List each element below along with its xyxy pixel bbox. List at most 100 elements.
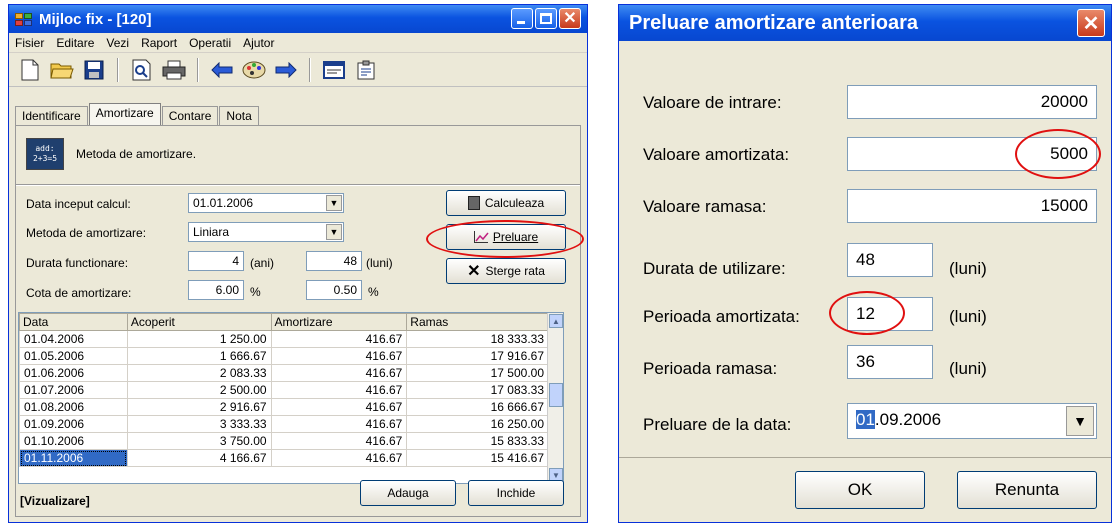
cell-ramas: 16 666.67 [406,398,549,416]
data-inceput-combo[interactable]: 01.01.2006 ▼ [188,193,344,213]
menu-editare[interactable]: Editare [56,36,94,50]
new-document-icon[interactable] [17,57,43,83]
cell-data: 01.08.2006 [19,398,128,416]
print-icon[interactable] [161,57,187,83]
open-folder-icon[interactable] [49,57,75,83]
dialog-titlebar[interactable]: Preluare amortizare anterioara ✕ [619,5,1111,41]
renunta-label: Renunta [994,480,1060,499]
cell-ramas: 17 083.33 [406,381,549,399]
table-scrollbar[interactable]: ▲ ▼ [547,313,563,483]
cell-ramas: 18 333.33 [406,330,549,348]
cell-amortizare: 416.67 [270,398,408,416]
renunta-button[interactable]: Renunta [957,471,1097,509]
valoare-amortizata-input[interactable]: 5000 [847,137,1097,171]
valoare-intrare-input[interactable]: 20000 [847,85,1097,119]
table-row[interactable]: 01.08.2006 2 916.67 416.67 16 666.67 [19,398,549,416]
durata-luni-input[interactable]: 48 [306,251,362,271]
menu-ajutor[interactable]: Ajutor [243,36,274,50]
tab-amortizare[interactable]: Amortizare [88,103,161,125]
cell-data: 01.10.2006 [19,432,128,450]
column-header-ramas[interactable]: Ramas [406,313,549,331]
window-icon[interactable] [321,57,347,83]
cota-luna-input[interactable]: 0.50 [306,280,362,300]
preluare-data-picker[interactable]: 01.09.2006 ▼ [847,403,1097,439]
column-header-amortizare[interactable]: Amortizare [270,313,408,331]
cell-acoperit: 2 916.67 [126,398,272,416]
cota-label: Cota de amortizare: [26,286,132,300]
cell-acoperit: 1 666.67 [126,347,272,365]
close-button[interactable]: ✕ [1077,9,1105,37]
durata-ani-input[interactable]: 4 [188,251,244,271]
scroll-up-icon[interactable]: ▲ [549,314,563,328]
table-row[interactable]: 01.04.2006 1 250.00 416.67 18 333.33 [19,330,549,348]
delete-x-icon: ✕ [467,263,481,280]
palette-icon[interactable] [241,57,267,83]
perioada-amortizata-input[interactable]: 12 [847,297,933,331]
properties-icon[interactable] [353,57,379,83]
preluare-dialog: Preluare amortizare anterioara ✕ Valoare… [618,4,1112,523]
cell-amortizare: 416.67 [270,415,408,433]
ok-label: OK [847,480,873,499]
chevron-down-icon[interactable]: ▼ [326,195,342,211]
maximize-icon [540,13,552,24]
scrollbar-thumb[interactable] [549,383,563,407]
menu-vezi[interactable]: Vezi [106,36,129,50]
table-row[interactable]: 01.06.2006 2 083.33 416.67 17 500.00 [19,364,549,382]
status-text: [Vizualizare] [20,494,90,508]
chart-icon [473,231,489,243]
calculeaza-button[interactable]: Calculeaza [446,190,566,216]
perioada-amortizata-unit: (luni) [949,307,987,326]
cota-an-percent: % [250,285,261,299]
valoare-ramasa-label: Valoare ramasa: [643,197,767,216]
header-divider [16,184,580,186]
tab-nota[interactable]: Nota [219,106,259,125]
back-arrow-icon[interactable] [209,57,235,83]
durata-luni-unit: (luni) [366,256,393,270]
forward-arrow-icon[interactable] [273,57,299,83]
valoare-amortizata-label: Valoare amortizata: [643,145,790,164]
chevron-down-icon[interactable]: ▼ [326,224,342,240]
cell-acoperit: 3 333.33 [126,415,272,433]
toolbar-separator [117,57,119,82]
metoda-value: Liniara [193,225,230,239]
save-disk-icon[interactable] [81,57,107,83]
table-row[interactable]: 01.05.2006 1 666.67 416.67 17 916.67 [19,347,549,365]
durata-utilizare-input[interactable]: 48 [847,243,933,277]
valoare-intrare-label: Valoare de intrare: [643,93,782,112]
minimize-button[interactable] [511,8,533,29]
asset-window-titlebar[interactable]: Mijloc fix - [120] ✕ [9,5,587,33]
durata-utilizare-label: Durata de utilizare: [643,259,786,278]
sterge-rata-button[interactable]: ✕ Sterge rata [446,258,566,284]
toolbar-separator [309,57,311,82]
preluare-button[interactable]: Preluare [446,224,566,250]
print-preview-icon[interactable] [129,57,155,83]
column-header-acoperit[interactable]: Acoperit [126,313,272,331]
tab-identificare[interactable]: Identificare [15,106,88,125]
maximize-button[interactable] [535,8,557,29]
table-row[interactable]: 01.07.2006 2 500.00 416.67 17 083.33 [19,381,549,399]
valoare-ramasa-input[interactable]: 15000 [847,189,1097,223]
cota-an-input[interactable]: 6.00 [188,280,244,300]
app-icon [15,11,33,27]
tab-contare[interactable]: Contare [161,106,219,125]
inchide-button[interactable]: Inchide [468,480,564,506]
ok-button[interactable]: OK [795,471,925,509]
cell-amortizare: 416.67 [270,330,408,348]
column-header-data[interactable]: Data [19,313,128,331]
adauga-button[interactable]: Adauga [360,480,456,506]
chevron-down-icon[interactable]: ▼ [1066,406,1094,436]
durata-luni-unit: (luni) [949,259,987,278]
menu-fisier[interactable]: Fisier [15,36,44,50]
perioada-ramasa-input[interactable]: 36 [847,345,933,379]
metoda-combo[interactable]: Liniara ▼ [188,222,344,242]
close-button[interactable]: ✕ [559,8,581,29]
close-icon: ✕ [1082,12,1100,35]
menu-raport[interactable]: Raport [141,36,177,50]
table-row[interactable]: 01.10.2006 3 750.00 416.67 15 833.33 [19,432,549,450]
menu-bar: Fisier Editare Vezi Raport Operatii Ajut… [9,33,587,53]
table-row[interactable]: 01.09.2006 3 333.33 416.67 16 250.00 [19,415,549,433]
table-row[interactable]: 01.11.2006 4 166.67 416.67 15 416.67 [19,449,549,467]
preluare-data-day[interactable]: 01 [856,410,875,429]
menu-operatii[interactable]: Operatii [189,36,231,50]
cota-luna-percent: % [368,285,379,299]
